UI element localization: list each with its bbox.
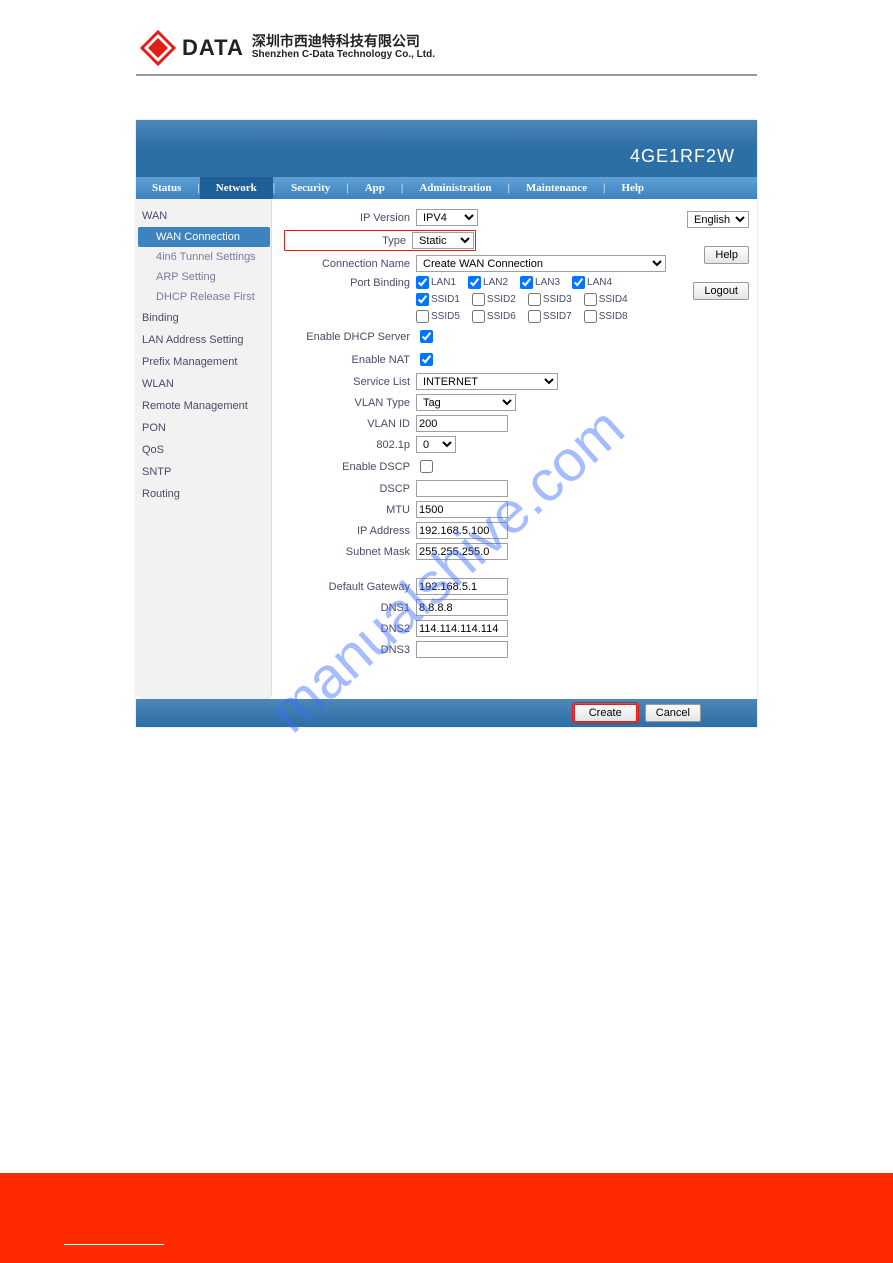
8021p-select[interactable]: 0: [416, 436, 456, 453]
cb-ssid5[interactable]: [416, 310, 429, 323]
side-wan-connection[interactable]: WAN Connection: [138, 227, 270, 247]
lbl-dscp: DSCP: [284, 483, 416, 495]
lbl-8021p: 802.1p: [284, 439, 416, 451]
nav-security[interactable]: Security: [275, 177, 346, 199]
cb-ssid1[interactable]: [416, 293, 429, 306]
dns1-input[interactable]: [416, 599, 508, 616]
service-list-select[interactable]: INTERNET: [416, 373, 558, 390]
ip-input[interactable]: [416, 522, 508, 539]
type-select[interactable]: Static: [412, 232, 474, 249]
lbl-port-binding: Port Binding: [284, 277, 416, 289]
nav-maintenance[interactable]: Maintenance: [510, 177, 603, 199]
company-name-cn: 深圳市西迪特科技有限公司: [252, 36, 435, 50]
dscp-input: [416, 480, 508, 497]
side-prefix[interactable]: Prefix Management: [138, 351, 270, 373]
document-header: DATA 深圳市西迪特科技有限公司 Shenzhen C-Data Techno…: [0, 0, 893, 74]
model-number: 4GE1RF2W: [630, 146, 735, 167]
header-rule: [136, 74, 757, 76]
cb-dhcp[interactable]: [420, 330, 433, 343]
nav-app[interactable]: App: [349, 177, 401, 199]
side-sntp[interactable]: SNTP: [138, 461, 270, 483]
app-banner: 4GE1RF2W: [136, 120, 757, 177]
cb-ssid6[interactable]: [472, 310, 485, 323]
page-footer-bar: [0, 1173, 893, 1263]
form-area: English Help Logout IP Version IPV4 Type…: [272, 199, 757, 699]
lbl-ip: IP Address: [284, 525, 416, 537]
cb-lan3[interactable]: [520, 276, 533, 289]
lbl-vlan-type: VLAN Type: [284, 397, 416, 409]
lbl-dns2: DNS2: [284, 623, 416, 635]
cb-ssid7[interactable]: [528, 310, 541, 323]
nav-status[interactable]: Status: [136, 177, 197, 199]
language-select[interactable]: English: [687, 211, 749, 228]
top-nav: Status| Network| Security| App| Administ…: [136, 177, 757, 199]
lbl-mtu: MTU: [284, 504, 416, 516]
cb-ssid3[interactable]: [528, 293, 541, 306]
lbl-conn-name: Connection Name: [284, 258, 416, 270]
nav-administration[interactable]: Administration: [403, 177, 507, 199]
lbl-service: Service List: [284, 376, 416, 388]
side-lan[interactable]: LAN Address Setting: [138, 329, 270, 351]
mask-input[interactable]: [416, 543, 508, 560]
cb-lan4[interactable]: [572, 276, 585, 289]
vlan-id-input[interactable]: [416, 415, 508, 432]
logo-icon: [138, 28, 178, 68]
company-name-en: Shenzhen C-Data Technology Co., Ltd.: [252, 50, 435, 60]
cb-lan2[interactable]: [468, 276, 481, 289]
lbl-ip-version: IP Version: [284, 212, 416, 224]
side-qos[interactable]: QoS: [138, 439, 270, 461]
cb-enable-dscp[interactable]: [420, 460, 433, 473]
cb-ssid8[interactable]: [584, 310, 597, 323]
dns2-input[interactable]: [416, 620, 508, 637]
lbl-dns3: DNS3: [284, 644, 416, 656]
side-remote[interactable]: Remote Management: [138, 395, 270, 417]
side-4in6[interactable]: 4in6 Tunnel Settings: [138, 247, 270, 267]
gateway-input[interactable]: [416, 578, 508, 595]
lbl-vlan-id: VLAN ID: [284, 418, 416, 430]
sidebar: WAN WAN Connection 4in6 Tunnel Settings …: [136, 199, 272, 699]
cb-lan1[interactable]: [416, 276, 429, 289]
nav-network[interactable]: Network: [200, 177, 273, 199]
create-button[interactable]: Create: [574, 704, 637, 722]
lbl-gw: Default Gateway: [284, 581, 416, 593]
lbl-dhcp: Enable DHCP Server: [284, 331, 416, 343]
lbl-nat: Enable NAT: [284, 354, 416, 366]
lbl-enable-dscp: Enable DSCP: [284, 461, 416, 473]
lbl-dns1: DNS1: [284, 602, 416, 614]
right-column: English Help Logout: [687, 211, 749, 300]
router-admin-app: 4GE1RF2W Status| Network| Security| App|…: [136, 120, 757, 727]
vlan-type-select[interactable]: Tag: [416, 394, 516, 411]
dns3-input[interactable]: [416, 641, 508, 658]
form-footer: Create Cancel: [136, 699, 757, 727]
side-arp[interactable]: ARP Setting: [138, 267, 270, 287]
side-pon[interactable]: PON: [138, 417, 270, 439]
side-dhcp-release[interactable]: DHCP Release First: [138, 287, 270, 307]
ip-version-select[interactable]: IPV4: [416, 209, 478, 226]
side-binding[interactable]: Binding: [138, 307, 270, 329]
cb-ssid2[interactable]: [472, 293, 485, 306]
lbl-mask: Subnet Mask: [284, 546, 416, 558]
connection-name-select[interactable]: Create WAN Connection: [416, 255, 666, 272]
cb-ssid4[interactable]: [584, 293, 597, 306]
side-wlan[interactable]: WLAN: [138, 373, 270, 395]
logout-button[interactable]: Logout: [693, 282, 749, 300]
help-button[interactable]: Help: [704, 246, 749, 264]
nav-help[interactable]: Help: [605, 177, 660, 199]
side-routing[interactable]: Routing: [138, 483, 270, 505]
lbl-type: Type: [286, 235, 412, 247]
cancel-button[interactable]: Cancel: [645, 704, 701, 722]
cb-nat[interactable]: [420, 353, 433, 366]
mtu-input[interactable]: [416, 501, 508, 518]
logo-text: DATA: [182, 35, 244, 61]
side-group-wan[interactable]: WAN: [138, 205, 270, 227]
